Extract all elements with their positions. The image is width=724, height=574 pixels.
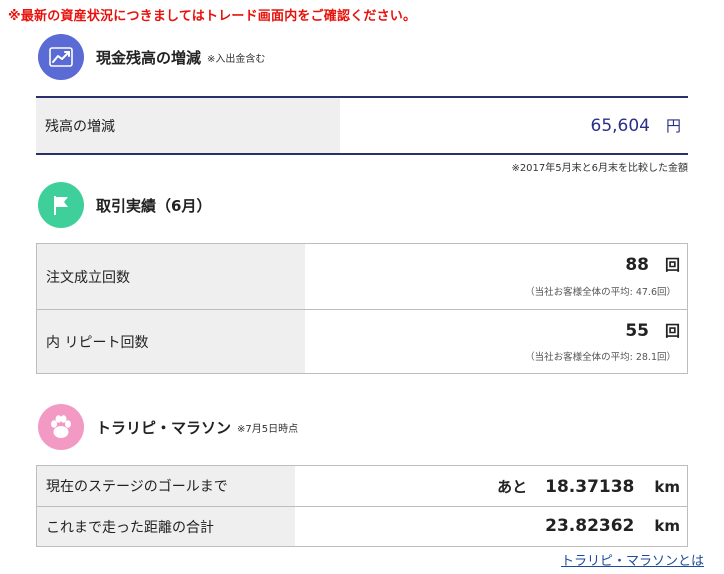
repeat-row: 内 リピート回数 55 回 （当社お客様全体の平均: 28.1回） — [37, 309, 687, 373]
marathon-section-note: ※7月5日時点 — [237, 423, 299, 435]
cash-footnote: ※2017年5月末と6月末を比較した金額 — [511, 163, 688, 174]
total-distance-row: これまで走った距離の合計 23.82362 km — [37, 506, 687, 546]
trades-section-header: 取引実績（6月） — [38, 182, 211, 228]
marathon-section-header: トラリピ・マラソン ※7月5日時点 — [38, 404, 298, 450]
trades-row: 注文成立回数 88 回 （当社お客様全体の平均: 47.6回） — [37, 244, 687, 309]
cash-section-title: 現金残高の増減 — [96, 48, 202, 67]
stage-goal-prefix: あと — [497, 478, 528, 496]
stage-goal-unit: km — [654, 478, 680, 496]
repeat-unit: 回 — [664, 322, 680, 340]
trend-chart-icon — [38, 34, 84, 80]
marathon-section-title: トラリピ・マラソン — [96, 418, 232, 437]
stage-goal-label: 現在のステージのゴールまで — [37, 466, 295, 506]
cash-table: 残高の増減 65,604 円 — [36, 96, 688, 155]
stage-goal-value-cell: あと 18.37138 km — [295, 466, 687, 506]
stage-goal-value-line: あと 18.37138 km — [497, 476, 680, 497]
repeat-value: 55 — [625, 321, 649, 341]
trades-table: 注文成立回数 88 回 （当社お客様全体の平均: 47.6回） 内 リピート回数… — [36, 243, 688, 374]
cash-row-value-cell: 65,604 円 — [340, 98, 688, 153]
total-distance-value: 23.82362 — [545, 516, 635, 536]
trades-average-note: （当社お客様全体の平均: 47.6回） — [525, 287, 676, 298]
cash-section-header: 現金残高の増減 ※入出金含む — [38, 34, 265, 80]
total-distance-label: これまで走った距離の合計 — [37, 507, 295, 546]
repeat-value-line: 55 回 — [625, 320, 680, 341]
flag-icon — [38, 182, 84, 228]
trades-row-label: 注文成立回数 — [37, 244, 305, 309]
marathon-table: 現在のステージのゴールまで あと 18.37138 km これまで走った距離の合… — [36, 465, 688, 547]
total-distance-value-cell: 23.82362 km — [295, 507, 687, 546]
cash-row: 残高の増減 65,604 円 — [36, 98, 688, 153]
total-distance-value-line: 23.82362 km — [545, 516, 680, 536]
trades-value-line: 88 回 — [625, 254, 680, 275]
repeat-average-note: （当社お客様全体の平均: 28.1回） — [525, 352, 676, 363]
stage-goal-row: 現在のステージのゴールまで あと 18.37138 km — [37, 466, 687, 506]
cash-value-line: 65,604 円 — [591, 115, 682, 136]
cash-value: 65,604 — [590, 116, 650, 136]
marathon-info-link[interactable]: トラリピ・マラソンとは — [561, 550, 704, 569]
trades-value: 88 — [625, 255, 649, 275]
notice-text: ※最新の資産状況につきましてはトレード画面内をご確認ください。 — [8, 9, 417, 24]
cash-row-label: 残高の増減 — [36, 98, 340, 153]
trades-unit: 回 — [664, 256, 680, 274]
repeat-row-label: 内 リピート回数 — [37, 310, 305, 373]
stage-goal-value: 18.37138 — [545, 477, 635, 497]
paw-icon — [38, 404, 84, 450]
total-distance-unit: km — [654, 517, 680, 535]
cash-section-note: ※入出金含む — [207, 53, 266, 65]
cash-unit: 円 — [665, 117, 681, 135]
repeat-row-value-cell: 55 回 （当社お客様全体の平均: 28.1回） — [305, 310, 687, 373]
trades-section-title: 取引実績（6月） — [96, 196, 212, 215]
trades-row-value-cell: 88 回 （当社お客様全体の平均: 47.6回） — [305, 244, 687, 309]
